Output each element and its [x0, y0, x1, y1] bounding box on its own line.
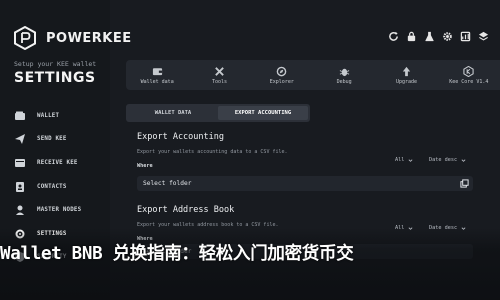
sidebar-item-label: RECEIVE KEE — [37, 159, 78, 166]
sidebar-item-master-nodes[interactable]: MASTER NODES — [14, 198, 106, 222]
sort-value: Date desc — [429, 225, 458, 231]
settings-button[interactable] — [441, 30, 454, 43]
kee-core-icon — [463, 65, 474, 77]
chevron-down-icon — [408, 158, 413, 162]
tab-label: Debug — [336, 78, 352, 85]
export-accounting-description: Export your wallets accounting data to a… — [137, 149, 288, 155]
powerkee-logo-icon — [14, 26, 36, 50]
upgrade-icon — [402, 66, 411, 76]
tab-debug[interactable]: Debug — [313, 60, 375, 90]
layers-icon — [478, 31, 489, 41]
lock-button[interactable] — [405, 30, 418, 43]
tab-label: Upgrade — [395, 78, 418, 85]
subtab-wallet-data[interactable]: WALLET DATA — [128, 106, 218, 120]
tools-icon — [215, 66, 224, 76]
wallet-icon — [15, 111, 25, 120]
sort-select[interactable]: Date desc — [429, 225, 466, 231]
tab-tools[interactable]: Tools — [188, 60, 250, 90]
export-address-book-description: Export your wallets address book to a CS… — [137, 222, 279, 228]
layers-button[interactable] — [477, 30, 490, 43]
gear-icon — [443, 32, 452, 41]
tab-upgrade[interactable]: Upgrade — [375, 60, 437, 90]
sub-tabs: WALLET DATA EXPORT ACCOUNTING — [126, 104, 310, 122]
watermark-caption: Wallet BNB 兑换指南：轻松入门加密货币交 — [0, 244, 354, 264]
folder-field-value: Select folder — [143, 180, 192, 187]
tab-explorer[interactable]: Explorer — [251, 60, 313, 90]
contacts-icon — [16, 181, 24, 192]
filter-value: All — [395, 225, 405, 231]
sidebar-item-label: WALLET — [37, 112, 60, 119]
lock-icon — [407, 31, 416, 42]
wallet-data-icon — [152, 67, 162, 75]
sidebar-item-receive-kee[interactable]: RECEIVE KEE — [14, 151, 106, 175]
sidebar-item-send-kee[interactable]: SEND KEE — [14, 128, 106, 152]
flask-button[interactable] — [423, 30, 436, 43]
refresh-icon — [389, 31, 398, 41]
copy-icon[interactable] — [460, 179, 469, 188]
settings-subtitle: Setup your KEE wallet — [14, 60, 97, 68]
filter-select[interactable]: All — [395, 157, 413, 163]
chevron-down-icon — [408, 226, 413, 230]
network-button[interactable] — [459, 30, 472, 43]
tab-label: Tools — [211, 78, 228, 85]
main-tabs: Wallet data Tools Explorer Debug Upgrade… — [126, 60, 500, 90]
where-label: Where — [137, 163, 153, 169]
chevron-down-icon — [461, 226, 466, 230]
sidebar-item-label: SEND KEE — [37, 136, 67, 143]
subtab-export-accounting[interactable]: EXPORT ACCOUNTING — [218, 106, 308, 120]
filter-value: All — [395, 157, 405, 163]
tab-label: Kee Core V1.4 — [449, 78, 489, 85]
topbar-icons — [387, 30, 490, 43]
export-address-book-title: Export Address Book — [137, 205, 235, 215]
tab-label: Wallet data — [140, 78, 174, 85]
folder-select-field[interactable]: Select folder — [137, 176, 473, 191]
logo: POWERKEE — [14, 26, 132, 50]
chevron-down-icon — [461, 158, 466, 162]
tab-wallet-data[interactable]: Wallet data — [126, 60, 188, 90]
network-icon — [460, 31, 471, 42]
page-title: SETTINGS — [14, 70, 96, 86]
settings-icon — [15, 229, 25, 239]
app-name: POWERKEE — [46, 30, 132, 46]
export-accounting-title: Export Accounting — [137, 132, 224, 142]
masternode-icon — [16, 205, 24, 216]
filter-select[interactable]: All — [395, 225, 413, 231]
sort-value: Date desc — [429, 157, 458, 163]
receive-icon — [15, 158, 25, 167]
sidebar-item-contacts[interactable]: CONTACTS — [14, 175, 106, 199]
debug-icon — [339, 68, 349, 76]
sidebar-item-wallet[interactable]: WALLET — [14, 104, 106, 128]
flask-icon — [425, 31, 434, 42]
sort-select[interactable]: Date desc — [429, 157, 466, 163]
refresh-button[interactable] — [387, 30, 400, 43]
sidebar-item-label: MASTER NODES — [37, 207, 82, 214]
explorer-icon — [277, 66, 287, 76]
tab-label: Explorer — [269, 78, 294, 85]
tab-kee-core[interactable]: Kee Core V1.4 — [438, 60, 500, 90]
send-icon — [15, 134, 25, 145]
sidebar-item-label: SETTINGS — [37, 230, 67, 237]
sidebar-item-label: CONTACTS — [37, 183, 67, 190]
